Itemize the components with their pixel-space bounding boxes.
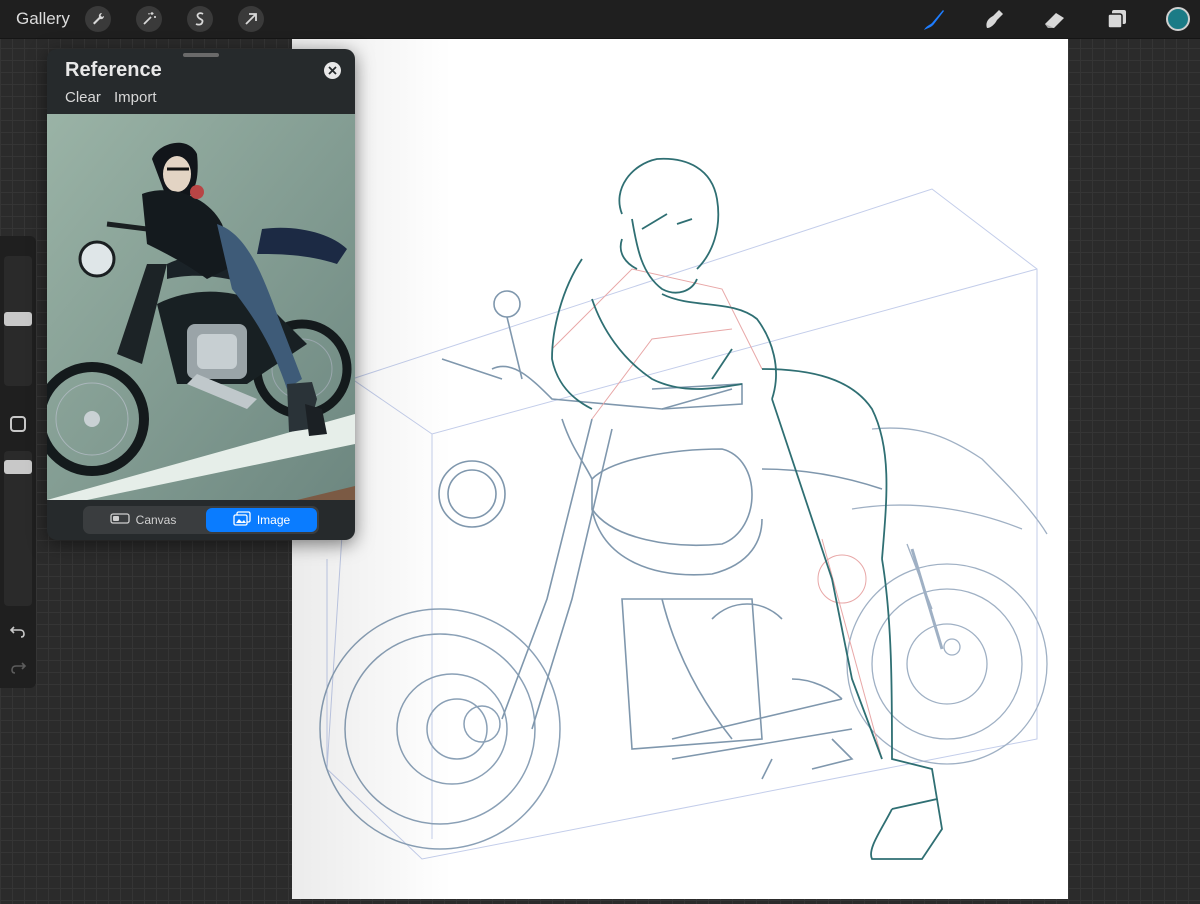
reference-image <box>47 114 355 500</box>
tab-canvas-label: Canvas <box>135 513 177 527</box>
opacity-thumb[interactable] <box>4 460 32 474</box>
eraser-icon[interactable] <box>1040 4 1070 34</box>
clear-button[interactable]: Clear <box>65 89 101 106</box>
reference-panel: Reference Clear Import Canvas Image <box>47 49 355 540</box>
drawing-canvas[interactable] <box>292 39 1068 899</box>
gallery-button[interactable]: Gallery <box>16 9 70 29</box>
tab-canvas[interactable]: Canvas <box>87 508 199 532</box>
brush-size-thumb[interactable] <box>4 312 32 326</box>
redo-icon[interactable] <box>8 656 28 676</box>
image-icon <box>233 511 251 529</box>
reference-photo <box>47 114 355 500</box>
undo-icon[interactable] <box>8 620 28 640</box>
canvas-icon <box>110 513 130 527</box>
color-swatch[interactable] <box>1166 7 1190 31</box>
import-button[interactable]: Import <box>114 89 157 106</box>
panel-drag-handle[interactable] <box>183 53 219 57</box>
sketch-drawing <box>319 157 1048 860</box>
tab-image-label: Image <box>256 513 291 527</box>
magic-wand-icon[interactable] <box>136 6 162 32</box>
tab-image[interactable]: Image <box>206 508 317 532</box>
left-sidebar <box>0 236 36 688</box>
modify-button[interactable] <box>10 416 26 432</box>
source-toggle: Canvas Image <box>83 506 319 534</box>
transform-arrow-icon[interactable] <box>238 6 264 32</box>
smudge-icon[interactable] <box>979 4 1009 34</box>
opacity-slider[interactable] <box>4 451 32 606</box>
reference-title: Reference <box>65 59 162 81</box>
top-toolbar: Gallery <box>0 0 1200 39</box>
layers-icon[interactable] <box>1102 4 1132 34</box>
wrench-icon[interactable] <box>85 6 111 32</box>
brush-icon[interactable] <box>919 4 949 34</box>
close-icon[interactable] <box>324 62 341 79</box>
selection-icon[interactable] <box>187 6 213 32</box>
